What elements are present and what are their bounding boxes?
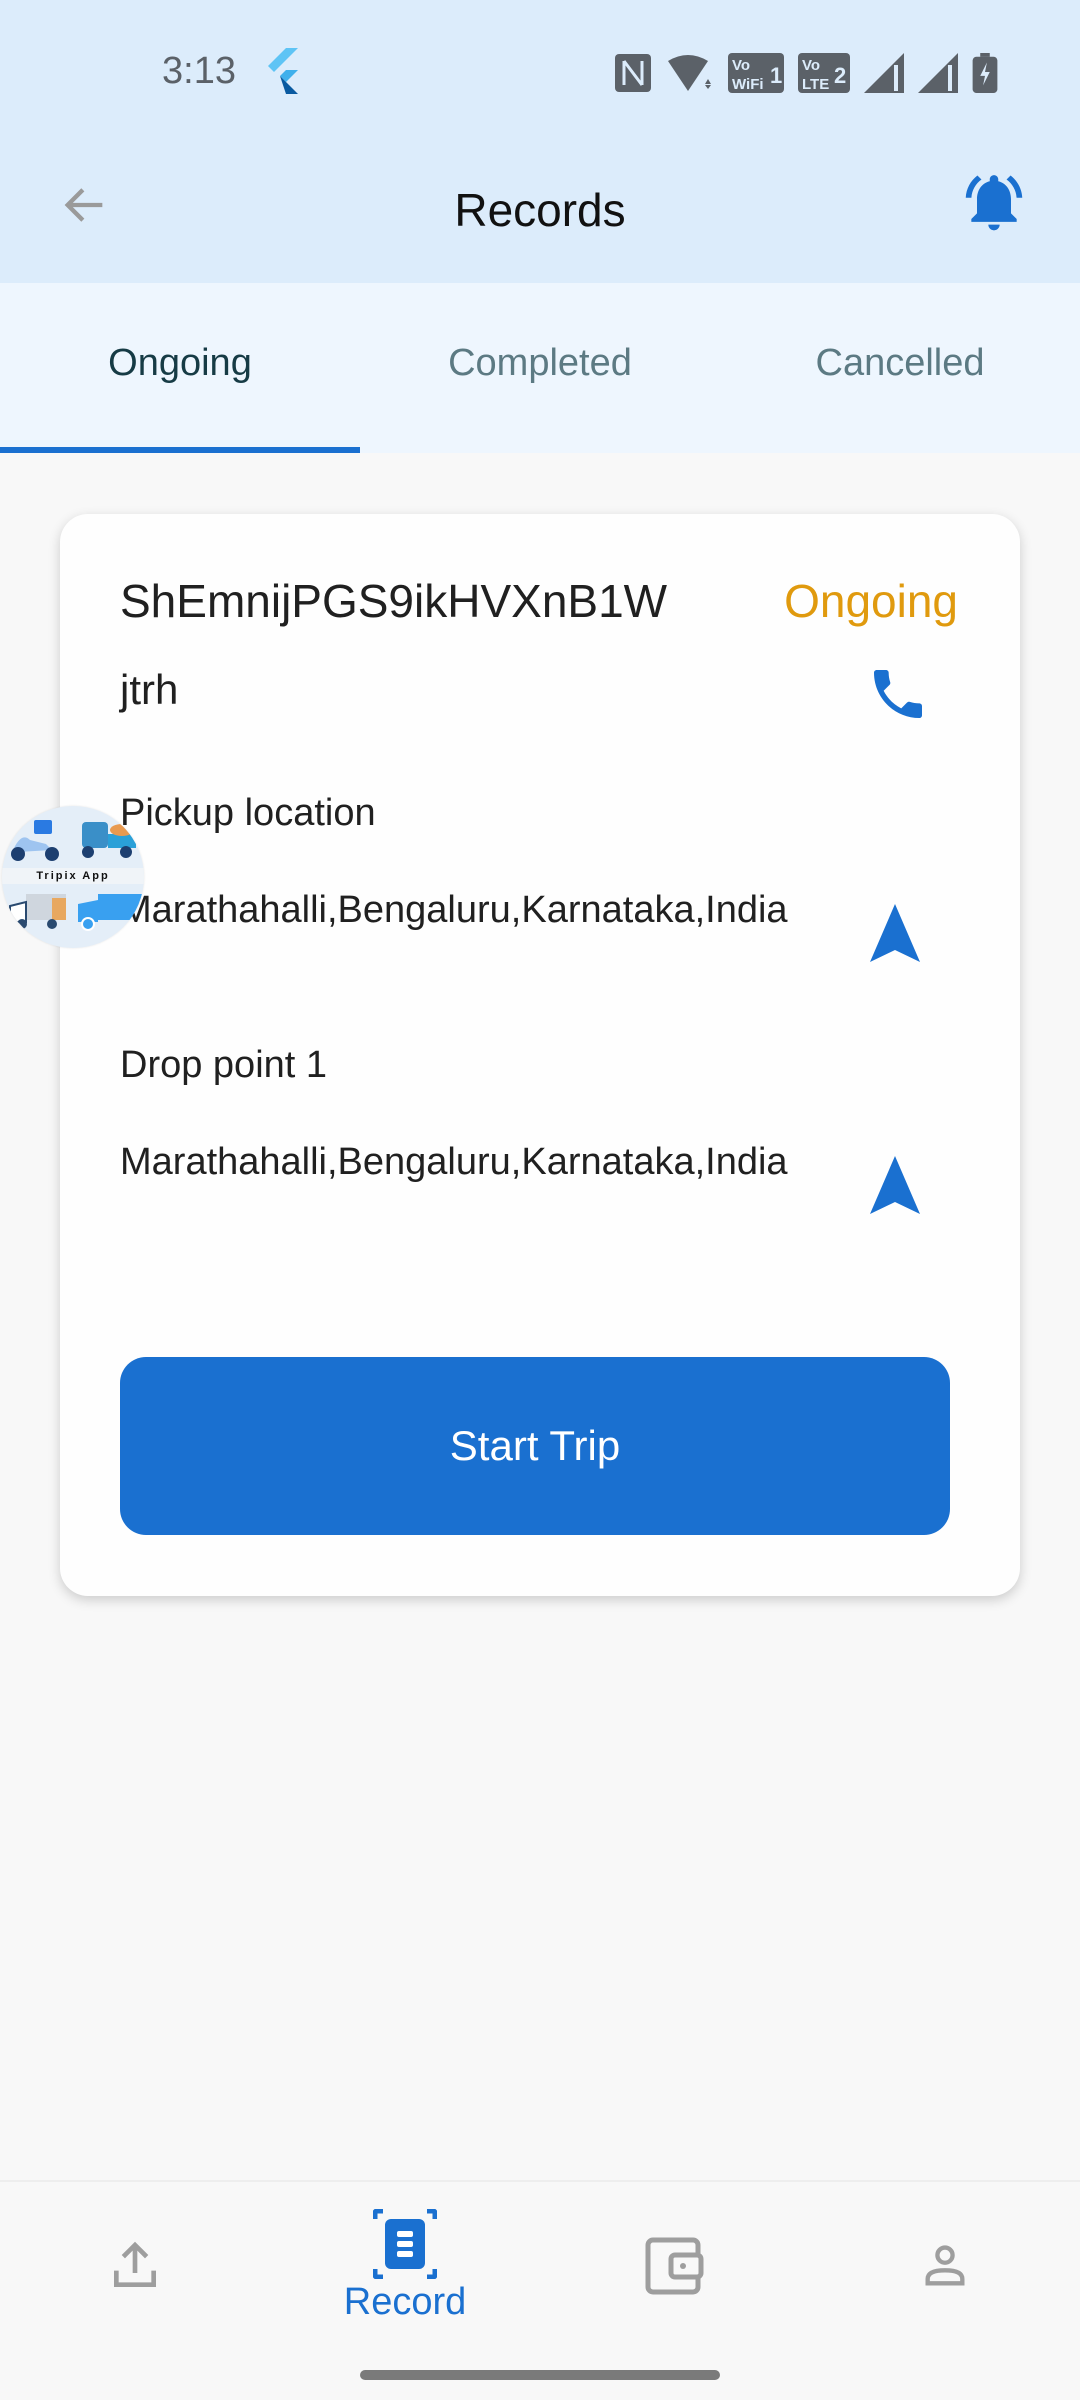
signal-1-icon (864, 53, 904, 93)
navigation-arrow-icon (870, 1156, 920, 1214)
nfc-icon (615, 54, 651, 92)
svg-text:LTE: LTE (802, 76, 829, 93)
floating-app-logo[interactable]: Tripix App (2, 806, 144, 948)
record-document-icon (373, 2208, 437, 2279)
call-button[interactable] (866, 662, 930, 726)
nav-profile[interactable] (810, 2182, 1080, 2350)
status-icons: Vo WiFi 1 Vo LTE 2 (614, 50, 998, 96)
upload-icon (114, 2241, 156, 2287)
logo-text: Tripix App (2, 868, 144, 884)
phone-icon (874, 670, 922, 718)
navigate-pickup-button[interactable] (870, 904, 920, 964)
navigate-drop-button[interactable] (870, 1156, 920, 1216)
svg-text:WiFi: WiFi (732, 76, 764, 93)
trip-card: ShEmnijPGS9ikHVXnB1W Ongoing jtrh Pickup… (60, 514, 1020, 1596)
svg-text:Vo: Vo (802, 57, 820, 74)
pickup-address: Marathahalli,Bengaluru,Karnataka,India (120, 889, 788, 931)
drop-address: Marathahalli,Bengaluru,Karnataka,India (120, 1141, 788, 1183)
tab-completed[interactable]: Completed (360, 283, 720, 453)
home-indicator[interactable] (360, 2370, 720, 2380)
nav-record-label: Record (343, 2280, 467, 2323)
drop-label: Drop point 1 (120, 1044, 328, 1086)
signal-2-icon (918, 53, 958, 93)
nav-record[interactable]: Record (270, 2182, 540, 2350)
truck-icon (78, 894, 142, 931)
trip-id: ShEmnijPGS9ikHVXnB1W (120, 575, 668, 627)
status-bar: 3:13 Vo WiFi 1 Vo LTE 2 (0, 0, 1080, 140)
nav-wallet[interactable] (540, 2182, 810, 2350)
svg-text:1: 1 (770, 63, 782, 88)
status-badge: Ongoing (784, 575, 958, 627)
volte-2-icon: Vo LTE 2 (798, 53, 850, 93)
start-trip-button[interactable]: Start Trip (120, 1357, 950, 1535)
navigation-arrow-icon (870, 904, 920, 962)
customer-name: jtrh (120, 666, 179, 713)
pickup-label: Pickup location (120, 792, 376, 834)
wallet-icon (645, 2237, 704, 2295)
flutter-icon (268, 48, 298, 94)
person-icon (925, 2245, 965, 2286)
nav-upload[interactable] (0, 2182, 270, 2350)
auto-rickshaw-icon (82, 822, 136, 858)
wifi-icon (668, 55, 711, 91)
tab-ongoing[interactable]: Ongoing (0, 283, 360, 453)
page-title: Records (454, 184, 626, 236)
svg-text:Vo: Vo (732, 57, 750, 74)
bottom-navigation: Record (0, 2180, 1080, 2350)
status-time: 3:13 (162, 50, 236, 92)
scooter-icon (11, 820, 59, 861)
tab-bar: Ongoing Completed Cancelled (0, 283, 1080, 453)
battery-charging-icon (972, 53, 998, 93)
tab-cancelled[interactable]: Cancelled (720, 283, 1080, 453)
notification-button[interactable] (954, 162, 1034, 242)
bell-ringing-icon (965, 175, 1023, 231)
svg-text:2: 2 (834, 63, 846, 88)
van-icon (9, 894, 66, 929)
vowifi-1-icon: Vo WiFi 1 (728, 53, 784, 93)
app-bar: Records (0, 140, 1080, 283)
